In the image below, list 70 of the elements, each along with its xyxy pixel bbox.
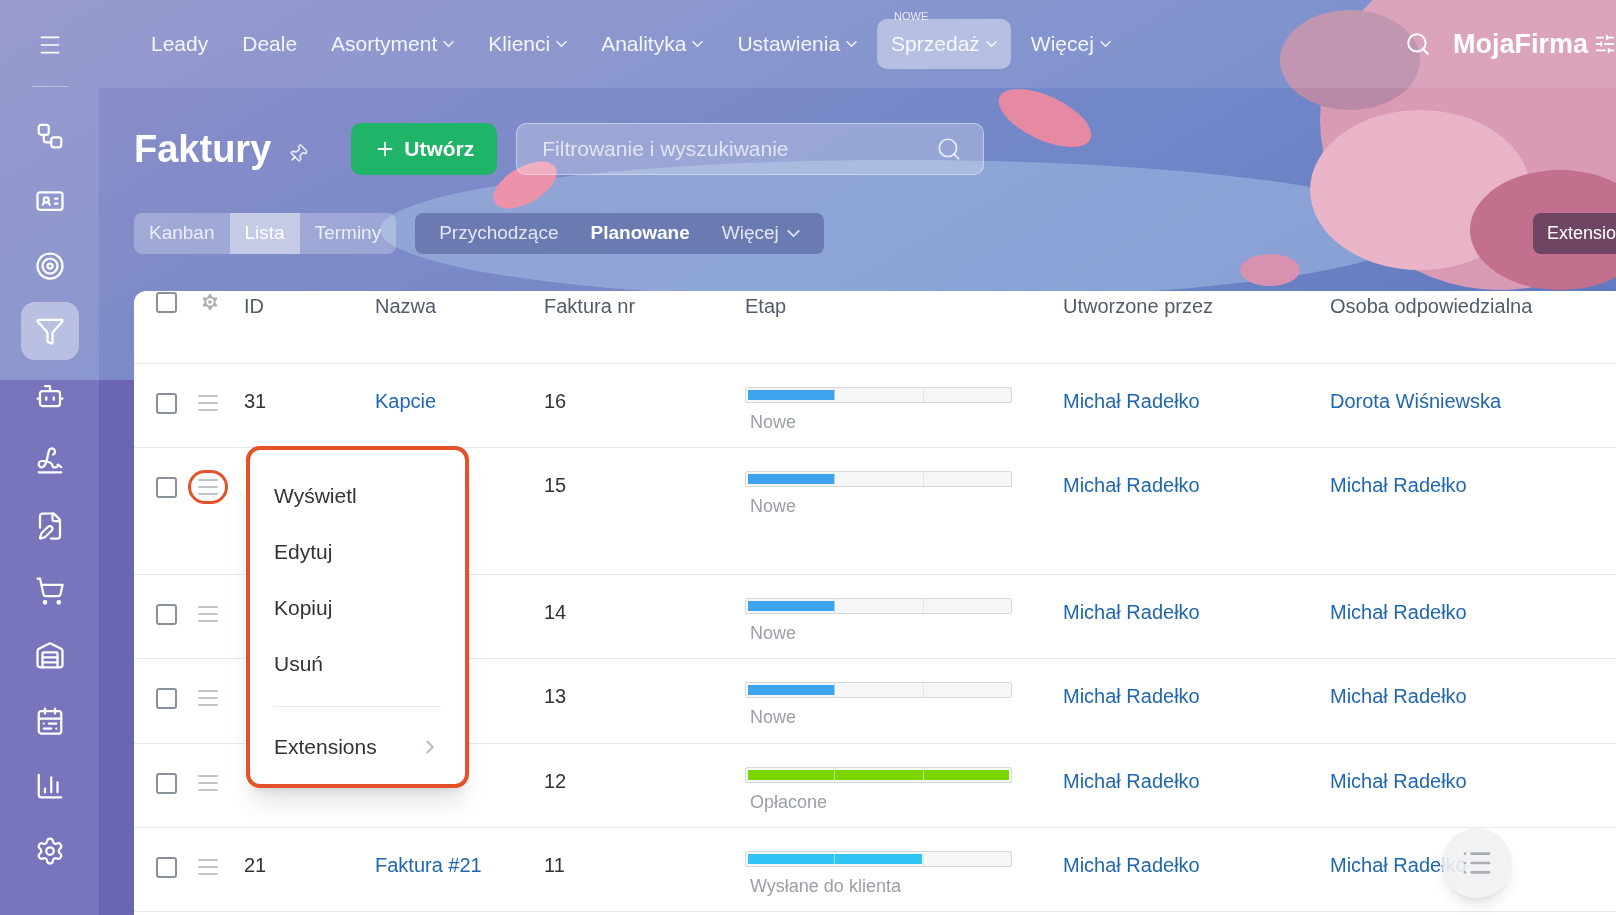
user-link[interactable]: Michał Radełko [1330,601,1467,623]
checkbox[interactable] [156,476,177,498]
target-icon [34,251,65,281]
stage-label: Nowe [750,706,798,729]
column-header[interactable]: Faktura nr [544,291,745,321]
chevron-down-icon [443,41,455,47]
stage-label: Nowe [750,495,798,518]
search-icon[interactable] [1404,31,1431,57]
column-header[interactable]: Utworzone przez [1063,291,1330,321]
menu-item[interactable]: Edytuj [274,524,441,580]
user-link[interactable]: Michał Radełko [1063,770,1200,792]
cart-icon [34,576,65,606]
user-link[interactable]: Michał Radełko [1330,770,1467,792]
menu-item[interactable]: Kopiuj [274,580,441,636]
stage-label: Nowe [750,411,798,434]
stage-label: Wysłane do klienta [750,875,902,898]
filter-tab[interactable]: Planowane [576,213,704,254]
row-menu-button[interactable] [188,470,228,504]
table-cell: 12 [544,770,567,792]
column-header[interactable]: Osoba odpowiedzialna [1330,291,1616,321]
submenu-item[interactable]: Extensions [274,717,441,777]
funnel-icon [34,316,65,346]
user-link[interactable]: Michał Radełko [1330,685,1467,707]
user-link[interactable]: Dorota Wiśniewska [1330,390,1502,412]
user-link[interactable]: Michał Radełko [1063,854,1200,876]
checkbox[interactable] [156,856,177,878]
checkbox[interactable] [156,291,177,313]
invoice-name-link[interactable]: Kapcie [375,390,437,412]
user-link[interactable]: Michał Radełko [1063,390,1200,412]
checkbox[interactable] [156,772,177,794]
search-icon[interactable] [936,136,963,162]
table-cell: 13 [544,685,567,707]
table-cell: 14 [544,601,567,623]
search-field[interactable]: Filtrowanie i wyszukiwanie [516,123,985,175]
menu-item[interactable]: Usuń [274,636,441,692]
table-cell: 31 [244,390,267,412]
settings-icon[interactable] [199,291,221,313]
pin-icon[interactable] [287,143,310,165]
sliders-icon[interactable] [1594,33,1616,55]
column-header[interactable]: ID [244,291,375,321]
table-cell: 11 [544,854,565,876]
chevron-down-icon [1099,41,1111,47]
column-header[interactable]: Nazwa [375,291,544,321]
chevron-down-icon [786,230,800,237]
extensions-button[interactable]: Extensio [1532,213,1616,254]
menu-item[interactable]: Wyświetl [274,468,441,524]
checkbox[interactable] [156,687,177,709]
table-cell: 15 [544,474,567,496]
sidebar-item[interactable] [20,302,79,360]
invoice-name-link[interactable]: Faktura #21 [375,854,482,876]
chevron-down-icon [556,41,568,47]
chevron-down-icon [692,41,704,47]
stage-label: Opłacone [750,791,829,814]
column-header[interactable]: Etap [745,291,1063,321]
chevron-down-icon [846,41,858,47]
stage-label: Nowe [750,622,798,645]
table-cell: 21 [244,854,267,876]
user-link[interactable]: Michał Radełko [1330,474,1467,496]
user-link[interactable]: Michał Radełko [1063,685,1200,707]
warehouse-icon [34,641,65,671]
filter-tab[interactable]: Przychodzące [425,213,573,254]
chevron-down-icon [985,41,997,47]
checkbox[interactable] [156,392,177,414]
user-link[interactable]: Michał Radełko [1063,474,1200,496]
filter-tab[interactable]: Więcej [707,213,814,254]
user-link[interactable]: Michał Radełko [1063,601,1200,623]
table-cell: 16 [544,390,567,412]
new-label: NOWE [894,11,929,22]
checkbox[interactable] [156,603,177,625]
page-title: Faktury [134,130,272,168]
